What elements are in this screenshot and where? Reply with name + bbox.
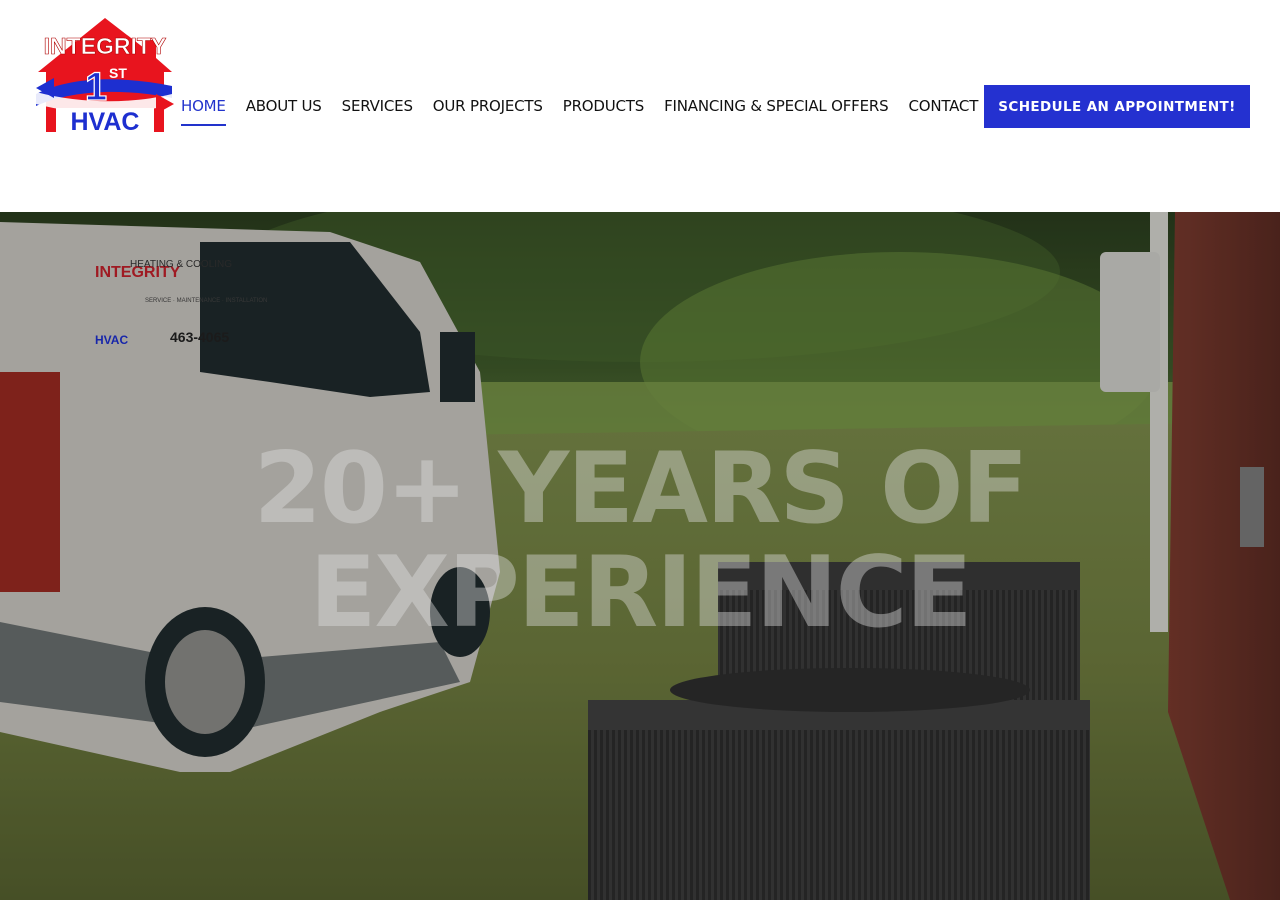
site-header: INTEGRITY 1 ST HVAC HOME ABOUT US SERVIC… [0,0,1280,212]
logo-text-hvac: HVAC [71,108,140,134]
nav-financing-special-offers[interactable]: FINANCING & SPECIAL OFFERS [664,86,889,126]
main-navigation: HOME ABOUT US SERVICES OUR PROJECTS PROD… [181,86,1023,126]
logo-text-number: 1 [85,65,107,109]
logo-graphic: INTEGRITY 1 ST HVAC [36,18,174,134]
logo-text-superscript: ST [109,65,127,81]
nav-products[interactable]: PRODUCTS [563,86,645,126]
schedule-appointment-button[interactable]: SCHEDULE AN APPOINTMENT! [984,85,1250,128]
company-logo[interactable]: INTEGRITY 1 ST HVAC [32,16,178,134]
nav-our-projects[interactable]: OUR PROJECTS [433,86,543,126]
logo-text-integrity: INTEGRITY [44,33,167,59]
hero-heading: 20+ YEARS OF EXPERIENCE [253,432,1029,650]
nav-about-us[interactable]: ABOUT US [246,86,322,126]
hero-banner: INTEGRITY HVAC HEATING & COOLING SERVICE… [0,212,1280,900]
nav-services[interactable]: SERVICES [342,86,413,126]
nav-home[interactable]: HOME [181,86,226,126]
